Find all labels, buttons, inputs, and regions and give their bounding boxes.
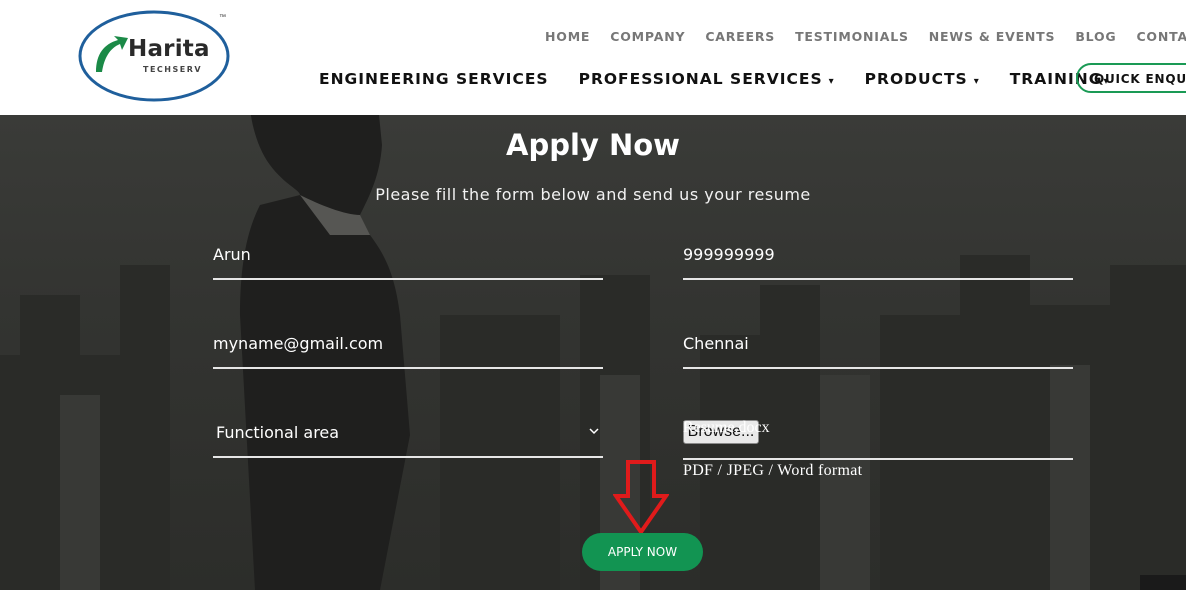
functional-area-value: Functional area	[216, 423, 340, 442]
email-value: myname@gmail.com	[213, 334, 384, 353]
nav-engineering-services[interactable]: ENGINEERING SERVICES	[319, 70, 549, 88]
nav-professional-services[interactable]: PROFESSIONAL SERVICES ▾	[579, 70, 835, 88]
functional-area-select[interactable]: Functional area	[213, 423, 603, 458]
nav-news-events[interactable]: NEWS & EVENTS	[929, 29, 1056, 44]
chevron-down-icon: ▾	[973, 76, 980, 87]
chevron-down-icon: ▾	[828, 76, 835, 87]
logo-subtitle: TECHSERV	[143, 65, 203, 74]
nav-testimonials[interactable]: TESTIMONIALS	[795, 29, 909, 44]
phone-value: 999999999	[683, 245, 775, 264]
logo-name: Harita	[128, 36, 210, 62]
red-arrow-down-icon	[613, 460, 669, 536]
nav-home[interactable]: HOME	[545, 29, 590, 44]
top-navigation: HOME COMPANY CAREERS TESTIMONIALS NEWS &…	[545, 29, 1186, 44]
nav-company[interactable]: COMPANY	[610, 29, 685, 44]
name-value: Arun	[213, 245, 251, 264]
city-value: Chennai	[683, 334, 749, 353]
selected-file-name: Resume.docx	[683, 419, 770, 436]
site-header: ™ Harita TECHSERV HOME COMPANY CAREERS T…	[0, 0, 1186, 115]
city-field[interactable]: Chennai	[683, 334, 1073, 369]
page-title: Apply Now	[506, 128, 680, 162]
quick-enquiry-button[interactable]: QUICK ENQUIRY	[1076, 63, 1186, 93]
nav-label: ENGINEERING SERVICES	[319, 70, 549, 88]
page-subtitle: Please fill the form below and send us y…	[375, 185, 811, 204]
nav-label: PRODUCTS	[864, 70, 968, 88]
nav-contact-us[interactable]: CONTACT US	[1136, 29, 1186, 44]
apply-now-button[interactable]: APPLY NOW	[582, 533, 703, 571]
nav-blog[interactable]: BLOG	[1075, 29, 1116, 44]
apply-hero: Apply Now Please fill the form below and…	[0, 115, 1186, 590]
nav-careers[interactable]: CAREERS	[705, 29, 775, 44]
chevron-down-icon	[589, 425, 599, 439]
resume-upload-field: Browse... Resume.docx	[683, 419, 1073, 460]
nav-label: PROFESSIONAL SERVICES	[578, 70, 823, 88]
email-field[interactable]: myname@gmail.com	[213, 334, 603, 369]
nav-products[interactable]: PRODUCTS ▾	[865, 70, 980, 88]
trademark: ™	[219, 14, 226, 21]
main-navigation: ENGINEERING SERVICES PROFESSIONAL SERVIC…	[319, 70, 1139, 88]
file-format-hint: PDF / JPEG / Word format	[683, 462, 863, 479]
phone-field[interactable]: 999999999	[683, 245, 1073, 280]
name-field[interactable]: Arun	[213, 245, 603, 280]
